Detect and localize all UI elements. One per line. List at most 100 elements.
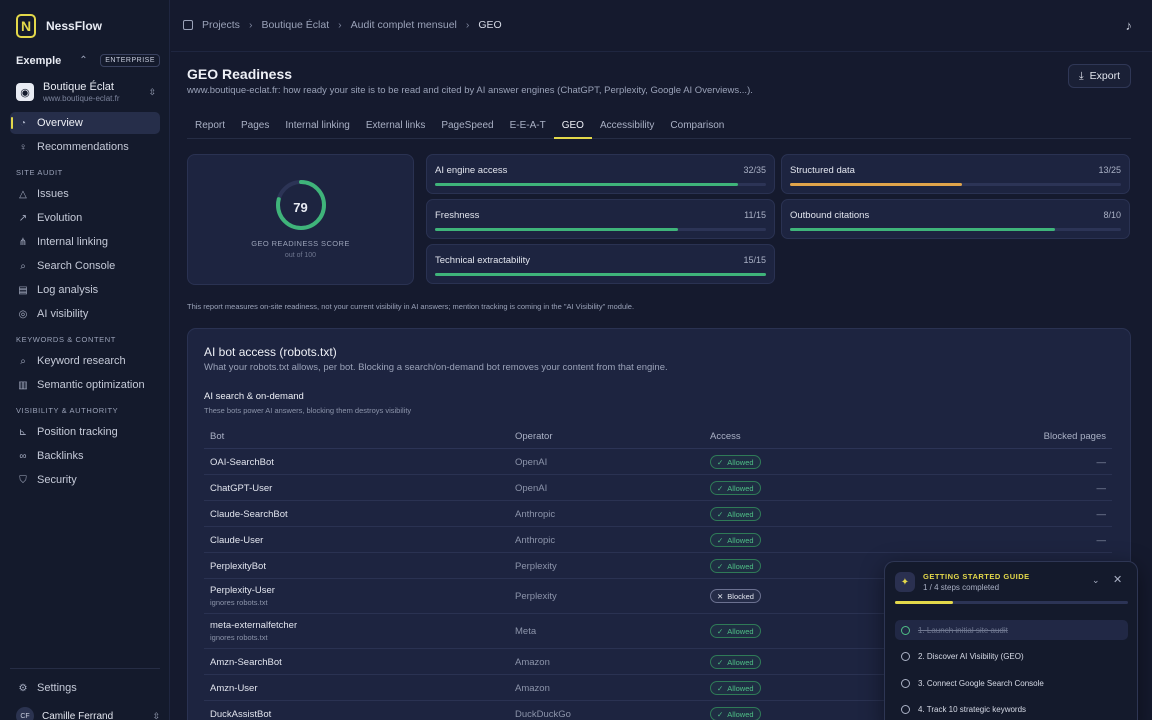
bot-name: Claude-SearchBot [210,509,288,520]
bot-name: OAI-SearchBot [210,457,274,468]
sidebar-item-settings[interactable]: ⚙ Settings [10,677,160,699]
sidebar-item-security[interactable]: ⛉ Security [10,469,160,491]
sidebar-item-label: Backlinks [37,450,84,462]
sidebar-item-label: Evolution [37,212,83,224]
tab-pagespeed[interactable]: PageSpeed [433,116,501,139]
export-button[interactable]: ⤓ Export [1067,64,1131,88]
trend-icon: ↗ [18,212,28,224]
breadcrumb-audit[interactable]: Audit complet mensuel [351,19,457,31]
sidebar-item-label: Security [37,474,77,486]
metric-label: Structured data [790,165,855,176]
bot-access-subtitle: What your robots.txt allows, per bot. Bl… [204,362,668,373]
guide-step-2[interactable]: 2. Discover AI Visibility (GEO) [895,646,1128,666]
blocked-pages: — [1096,483,1107,494]
check-circle-icon [901,625,910,635]
brand[interactable]: N NessFlow [16,14,102,38]
breadcrumb-current: GEO [478,19,502,31]
sidebar-item-semantic-optimization[interactable]: ▥ Semantic optimization [10,374,160,396]
sidebar-item-keyword-research[interactable]: ⌕ Keyword research [10,350,160,372]
guide-step-3[interactable]: 3. Connect Google Search Console [895,673,1128,693]
sidebar-item-position-tracking[interactable]: ⊾ Position tracking [10,421,160,443]
collapse-chevron-icon[interactable]: ⌄ [1092,575,1100,586]
sidebar-item-label: Recommendations [37,141,129,153]
tab-eeat[interactable]: E-E-A-T [502,116,554,139]
sidebar-item-label: Position tracking [37,426,118,438]
check-icon: ✓ [717,535,724,545]
sidebar-nav: ◔ Overview ♀ Recommendations SITE AUDIT … [10,112,160,493]
tab-accessibility[interactable]: Accessibility [592,116,662,139]
user-menu[interactable]: CF Camille Ferrand ⇳ [10,707,160,720]
site-switcher[interactable]: ◉ Boutique Éclat www.boutique-eclat.fr ⇳ [16,79,156,105]
column-header-access: Access [710,431,741,442]
bot-group-subtitle: These bots power AI answers, blocking th… [204,406,412,415]
tab-external-links[interactable]: External links [358,116,433,139]
tab-pages[interactable]: Pages [233,116,277,139]
workspace-switcher[interactable]: Exemple ⌃ ENTERPRISE [16,54,160,67]
chevron-updown-icon: ⇳ [152,710,160,720]
guide-step-label: 4. Track 10 strategic keywords [918,704,1027,714]
bell-icon[interactable]: ♪ [1126,18,1133,33]
sidebar-item-backlinks[interactable]: ∞ Backlinks [10,445,160,467]
status-badge: ✓ Allowed [710,707,761,720]
metric-structured-data: Structured data 13/25 [781,154,1130,194]
sidebar-item-log-analysis[interactable]: ▤ Log analysis [10,279,160,301]
user-name: Camille Ferrand [42,710,114,720]
guide-step-label: 2. Discover AI Visibility (GEO) [918,651,1024,661]
check-icon: ✓ [717,626,724,636]
status-badge-label: Allowed [727,457,754,467]
chevron-right-icon: › [465,19,470,31]
sidebar: N NessFlow Exemple ⌃ ENTERPRISE ◉ Boutiq… [0,0,170,720]
sidebar-item-search-console[interactable]: ⌕ Search Console [10,255,160,277]
metric-value: 11/15 [744,210,766,220]
bot-name: Perplexity-User [210,585,275,596]
breadcrumb-projects[interactable]: Projects [202,19,240,31]
chevron-right-icon: › [248,19,253,31]
guide-step-4[interactable]: 4. Track 10 strategic keywords [895,699,1128,719]
table-header: Bot Operator Access Blocked pages [204,423,1112,449]
status-badge-label: Allowed [727,709,754,719]
status-badge: ✓ Allowed [710,624,761,638]
app-name: NessFlow [46,19,103,33]
table-row: Claude-User Anthropic ✓ Allowed — [204,527,1112,553]
circle-icon [901,704,910,714]
sidebar-item-overview[interactable]: ◔ Overview [10,112,160,134]
metric-ai-engine-access: AI engine access 32/35 [426,154,775,194]
bot-name: Amzn-User [210,683,258,694]
sidebar-item-issues[interactable]: △ Issues [10,183,160,205]
guide-progress-text: 1 / 4 steps completed [923,583,1000,592]
sidebar-item-ai-visibility[interactable]: ◎ AI visibility [10,303,160,325]
check-icon: ✓ [717,709,724,719]
bot-operator: DuckDuckGo [515,709,571,720]
nav-section-visibility: VISIBILITY & AUTHORITY [16,406,119,415]
bot-name: DuckAssistBot [210,709,272,720]
metric-value: 13/25 [1098,165,1121,175]
x-icon: ✕ [717,591,724,601]
tab-geo[interactable]: GEO [553,116,592,139]
sidebar-item-label: Internal linking [37,236,108,248]
workspace-name: Exemple [16,54,62,67]
tab-report[interactable]: Report [187,116,233,139]
sidebar-item-label: Log analysis [37,284,99,296]
network-icon: ⋔ [18,236,28,248]
sidebar-item-recommendations[interactable]: ♀ Recommendations [10,136,160,158]
sidebar-item-internal-linking[interactable]: ⋔ Internal linking [10,231,160,253]
sidebar-item-evolution[interactable]: ↗ Evolution [10,207,160,229]
table-row: ChatGPT-User OpenAI ✓ Allowed — [204,475,1112,501]
bot-name: ChatGPT-User [210,483,273,494]
sidebar-item-label: Issues [37,188,69,200]
tab-comparison[interactable]: Comparison [662,116,732,139]
metric-label: Outbound citations [790,210,870,221]
breadcrumb-site[interactable]: Boutique Éclat [261,19,329,31]
chevron-right-icon: › [338,19,342,31]
search-icon: ⌕ [20,355,26,367]
avatar: CF [16,707,34,720]
sidebar-item-label: Search Console [37,260,116,272]
guide-step-1[interactable]: 1. Launch initial site audit [895,620,1128,640]
close-icon[interactable]: ✕ [1113,573,1122,586]
page-title: GEO Readiness [187,66,293,82]
gear-icon: ⚙ [18,682,28,694]
check-icon: ✓ [717,683,724,693]
tab-internal-linking[interactable]: Internal linking [277,116,357,139]
sidebar-toggle-icon[interactable] [183,20,193,30]
link-icon: ∞ [19,450,27,462]
